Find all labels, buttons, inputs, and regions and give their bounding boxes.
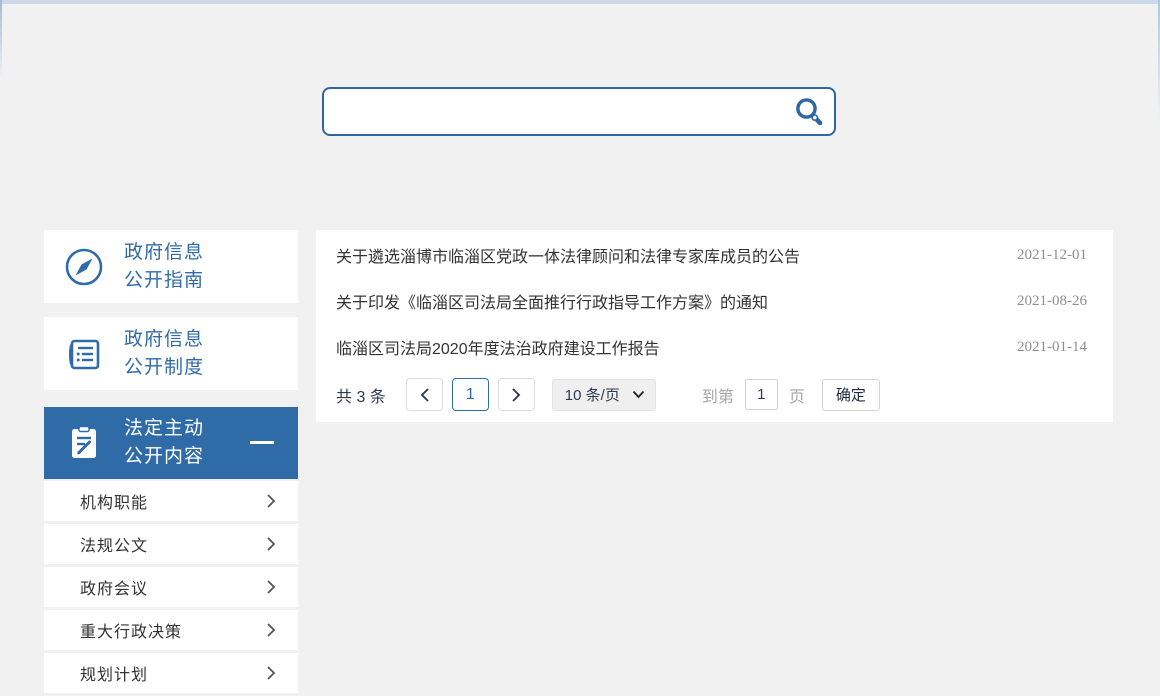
submenu-item-label: 重大行政决策 [80,624,183,641]
chevron-right-icon [266,536,276,552]
list-item: 临淄区司法局2020年度法治政府建设工作报告 2021-01-14 [316,324,1113,370]
submenu-item-label: 机构职能 [80,495,149,512]
chevron-right-icon [266,665,276,681]
chevron-right-icon [266,622,276,638]
page-size-value: 10 条/页 [564,387,620,404]
goto-page-input[interactable] [744,379,778,410]
next-page-button[interactable] [497,378,535,411]
chevron-right-icon [266,493,276,509]
chevron-right-icon [266,579,276,595]
search-icon [793,96,825,128]
submenu-item-major-decisions[interactable]: 重大行政决策 [44,610,298,650]
clipboard-pen-icon [44,423,124,463]
page-left-edge [0,0,2,80]
confirm-button[interactable]: 确定 [821,378,880,411]
chevron-left-icon [419,387,430,403]
sidebar-item-label: 法定主动 [124,418,205,439]
article-date: 2021-12-01 [1017,246,1087,263]
sidebar-item-guide[interactable]: 政府信息 公开指南 [44,230,298,303]
search-button[interactable] [784,89,834,134]
submenu-item-org-functions[interactable]: 机构职能 [44,481,298,521]
article-date: 2021-08-26 [1017,292,1087,309]
page-number-button[interactable]: 1 [451,378,489,411]
list-item: 关于遴选淄博市临淄区党政一体法律顾问和法律专家库成员的公告 2021-12-01 [316,232,1113,278]
page-top-strip [0,0,1160,4]
article-title-link[interactable]: 临淄区司法局2020年度法治政府建设工作报告 [336,335,660,359]
prev-page-button[interactable] [405,378,443,411]
goto-page-prefix: 到第 [701,388,734,406]
goto-page-suffix: 页 [788,388,805,406]
sidebar: 政府信息 公开指南 政府信息 公开制度 法定主动 公开内容 机构职能 法规公文 … [44,230,298,696]
search-bar [322,87,836,136]
sidebar-item-label: 政府信息 [124,328,205,350]
sidebar-item-label: 公开指南 [124,269,205,291]
submenu-item-gov-meetings[interactable]: 政府会议 [44,567,298,607]
sidebar-submenu: 机构职能 法规公文 政府会议 重大行政决策 规划计划 [44,481,298,693]
pagination-total: 共 3 条 [336,388,386,406]
sidebar-item-mandatory-disclosure[interactable]: 法定主动 公开内容 [44,407,298,479]
article-title-link[interactable]: 关于印发《临淄区司法局全面推行行政指导工作方案》的通知 [336,289,768,313]
article-list-panel: 关于遴选淄博市临淄区党政一体法律顾问和法律专家库成员的公告 2021-12-01… [316,230,1113,422]
chevron-down-icon [632,390,645,399]
minus-icon [250,441,274,444]
sidebar-item-label: 公开内容 [124,446,205,467]
sidebar-item-label: 政府信息 [124,241,205,263]
open-book-icon [44,333,124,375]
page-size-select[interactable]: 10 条/页 [551,378,656,411]
list-item: 关于印发《临淄区司法局全面推行行政指导工作方案》的通知 2021-08-26 [316,278,1113,324]
submenu-item-plans[interactable]: 规划计划 [44,653,298,693]
sidebar-item-system[interactable]: 政府信息 公开制度 [44,317,298,390]
sidebar-item-label: 公开制度 [124,356,205,378]
compass-icon [44,246,124,288]
submenu-item-regulations[interactable]: 法规公文 [44,524,298,564]
article-title-link[interactable]: 关于遴选淄博市临淄区党政一体法律顾问和法律专家库成员的公告 [336,243,800,267]
article-date: 2021-01-14 [1017,338,1087,355]
search-input[interactable] [324,89,784,134]
submenu-item-label: 法规公文 [80,538,149,555]
submenu-item-label: 规划计划 [80,667,149,684]
submenu-item-label: 政府会议 [80,581,149,598]
pagination-bar: 共 3 条 1 10 条/页 到第 页 确定 [316,378,1113,411]
chevron-right-icon [511,387,522,403]
